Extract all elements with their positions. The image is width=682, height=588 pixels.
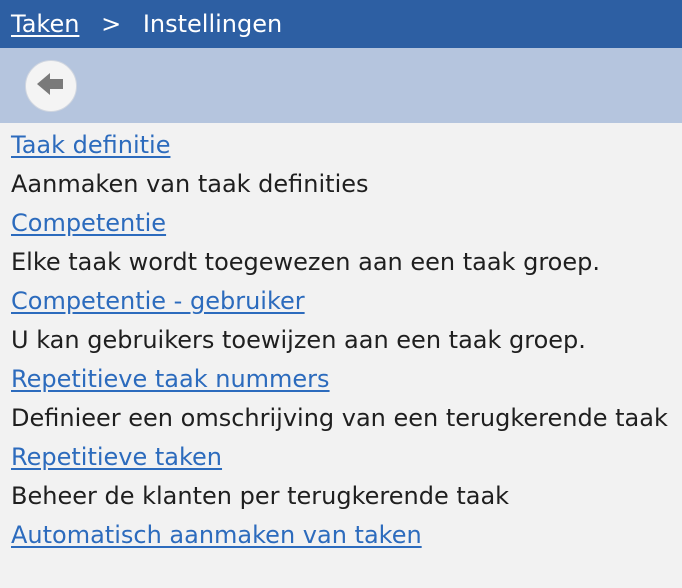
repetitieve-taken-link[interactable]: Repetitieve taken [11,438,682,477]
competentie-description: Elke taak wordt toegewezen aan een taak … [11,248,600,276]
competentie-gebruiker-description: U kan gebruikers toewijzen aan een taak … [11,326,586,354]
breadcrumb-separator: > [101,10,122,38]
repetitieve-taak-nummers-description: Definieer een omschrijving van een terug… [11,404,668,432]
taak-definitie-description: Aanmaken van taak definities [11,170,369,198]
settings-list: Taak definitie Aanmaken van taak definit… [0,123,682,555]
page-title: Instellingen [142,10,283,38]
competentie-gebruiker-link[interactable]: Competentie - gebruiker [11,282,682,321]
competentie-link[interactable]: Competentie [11,204,682,243]
arrow-left-icon [35,70,67,102]
back-button[interactable] [25,59,77,112]
breadcrumb: Taken > Instellingen [11,10,282,38]
breadcrumb-taken-link[interactable]: Taken [11,10,79,38]
repetitieve-taken-description: Beheer de klanten per terugkerende taak [11,482,510,510]
toolbar [0,48,682,123]
taak-definitie-link[interactable]: Taak definitie [11,126,682,165]
automatisch-aanmaken-link[interactable]: Automatisch aanmaken van taken [11,516,682,555]
header-bar: Taken > Instellingen [0,0,682,48]
repetitieve-taak-nummers-link[interactable]: Repetitieve taak nummers [11,360,682,399]
